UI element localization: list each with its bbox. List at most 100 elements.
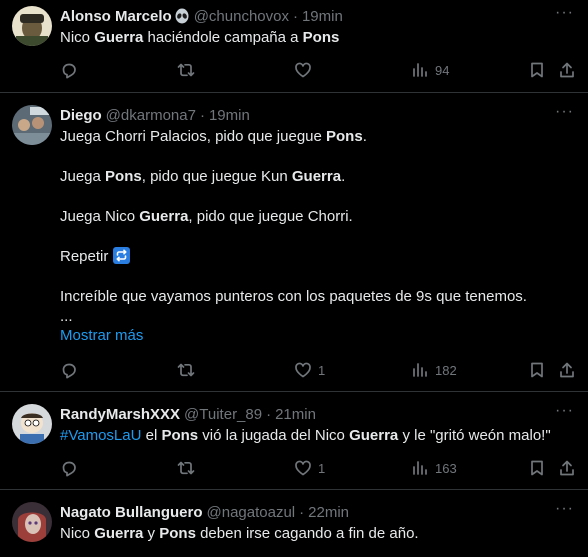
tweet-line	[60, 147, 574, 167]
show-more-link[interactable]: Mostrar más	[60, 327, 143, 344]
tweet-line: Juega Chorri Palacios, pido que juegue P…	[60, 127, 574, 147]
text-segment: Juega	[60, 168, 106, 185]
highlighted-keyword: Guerra	[349, 427, 399, 444]
avatar[interactable]	[12, 404, 52, 444]
retweet-button[interactable]	[177, 459, 195, 477]
retweet-icon	[177, 63, 195, 77]
tweet-line: Nico Guerra y Pons deben irse cagando a …	[60, 524, 574, 544]
author-name[interactable]: RandyMarshXXX	[60, 406, 180, 423]
tweet-line: ...	[60, 307, 574, 327]
reply-icon	[62, 363, 76, 379]
text-segment: , pido que juegue Chorri.	[188, 208, 353, 225]
text-segment: Nico	[60, 525, 95, 542]
separator-dot: ·	[299, 503, 305, 521]
share-icon	[560, 362, 574, 378]
retweet-button[interactable]	[177, 61, 195, 79]
author-handle[interactable]: @Tuiter_89	[184, 406, 262, 423]
author-handle[interactable]: @chunchovox	[194, 8, 289, 25]
tweet-line	[60, 227, 574, 247]
highlighted-keyword: Guerra	[291, 168, 342, 185]
separator-dot: ·	[292, 7, 298, 25]
tweet-text: Nico Guerra y Pons deben irse cagando a …	[60, 524, 574, 544]
heart-icon	[295, 362, 311, 378]
text-segment: vió la jugada del Nico	[198, 427, 350, 444]
text-segment: ...	[60, 308, 73, 325]
views-icon	[413, 63, 427, 77]
avatar[interactable]	[12, 105, 52, 145]
bookmark-button[interactable]	[528, 61, 546, 79]
tweet-text: #VamosLaU el Pons vió la jugada del Nico…	[60, 426, 574, 446]
retweet-icon	[177, 363, 195, 377]
timestamp[interactable]: 22min	[308, 504, 349, 521]
text-segment: Nico	[60, 29, 95, 46]
text-segment: el	[141, 427, 162, 444]
timestamp[interactable]: 19min	[209, 107, 250, 124]
bookmark-icon	[531, 460, 543, 476]
share-icon	[560, 62, 574, 78]
views-button[interactable]: 182	[411, 361, 457, 379]
author-name[interactable]: Diego	[60, 107, 102, 124]
highlighted-keyword: Pons	[326, 128, 363, 145]
bookmark-button[interactable]	[528, 459, 546, 477]
share-button[interactable]	[558, 61, 576, 79]
more-icon[interactable]: ···	[555, 500, 574, 518]
highlighted-keyword: Pons	[302, 29, 340, 46]
retweet-button[interactable]	[177, 361, 195, 379]
tweet-line: Juega Pons, pido que juegue Kun Guerra.	[60, 167, 574, 187]
highlighted-keyword: Guerra	[139, 208, 189, 225]
bookmark-button[interactable]	[528, 361, 546, 379]
bookmark-icon	[531, 362, 543, 378]
like-button[interactable]	[294, 61, 312, 79]
more-icon[interactable]: ···	[555, 402, 574, 420]
likes-count: 1	[318, 362, 326, 378]
author-name[interactable]: Nagato Bullanguero	[60, 504, 203, 521]
tweet[interactable]: Nagato Bullanguero @nagatoazul · 22min ·…	[0, 490, 588, 557]
reply-button[interactable]	[60, 361, 78, 379]
text-segment: Repetir	[60, 248, 113, 265]
share-icon	[560, 460, 574, 476]
text-segment: .	[341, 168, 346, 185]
separator-dot: ·	[199, 106, 205, 124]
views-icon	[413, 363, 427, 377]
more-icon[interactable]: ···	[555, 103, 574, 121]
timestamp[interactable]: 21min	[275, 406, 316, 423]
avatar[interactable]	[12, 502, 52, 542]
share-button[interactable]	[558, 361, 576, 379]
views-button[interactable]: 163	[411, 459, 457, 477]
text-segment: Juega Nico	[60, 208, 140, 225]
more-icon[interactable]: ···	[555, 4, 574, 22]
avatar[interactable]	[12, 6, 52, 46]
highlighted-keyword: Guerra	[94, 29, 144, 46]
author-handle[interactable]: @nagatoazul	[207, 504, 296, 521]
retweet-icon	[177, 461, 195, 475]
like-button[interactable]: 1	[294, 361, 325, 379]
action-bar: 1 182	[60, 360, 575, 380]
author-handle[interactable]: @dkarmona7	[106, 107, 196, 124]
timestamp[interactable]: 19min	[302, 8, 343, 25]
text-segment: deben irse cagando a fin de año.	[195, 525, 419, 542]
author-name[interactable]: Alonso Marcelo	[60, 8, 172, 25]
repeat-emoji-icon	[112, 247, 130, 264]
tweet-line: Juega Nico Guerra, pido que juegue Chorr…	[60, 207, 574, 227]
alien-emoji	[174, 8, 190, 24]
tweet-line	[60, 187, 574, 207]
tweet-line	[60, 267, 574, 287]
tweet[interactable]: RandyMarshXXX @Tuiter_89 · 21min ··· #Va…	[0, 392, 588, 490]
views-count: 182	[435, 362, 457, 378]
text-segment: .	[362, 128, 367, 145]
heart-icon	[295, 62, 311, 78]
tweet[interactable]: Alonso Marcelo @chunchovox · 19min ··· N…	[0, 0, 588, 93]
likes-count: 1	[318, 460, 326, 476]
tweet[interactable]: Diego @dkarmona7 · 19min ··· Juega Chorr…	[0, 93, 588, 392]
tweet-header: Diego @dkarmona7 · 19min	[60, 105, 250, 125]
views-button[interactable]: 94	[411, 61, 449, 79]
like-button[interactable]: 1	[294, 459, 325, 477]
reply-button[interactable]	[60, 459, 78, 477]
hashtag-link[interactable]: #VamosLaU	[60, 427, 141, 444]
tweet-header: Nagato Bullanguero @nagatoazul · 22min	[60, 502, 349, 522]
views-count: 163	[435, 460, 457, 476]
share-button[interactable]	[558, 459, 576, 477]
reply-button[interactable]	[60, 61, 78, 79]
tweet-header: Alonso Marcelo @chunchovox · 19min	[60, 6, 343, 26]
reply-icon	[62, 63, 76, 79]
